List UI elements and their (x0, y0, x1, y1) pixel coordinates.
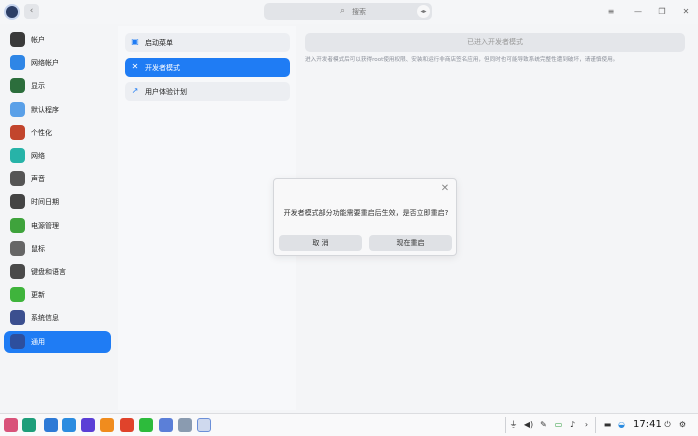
sidebar-item-personalization[interactable]: 个性化 (4, 122, 111, 144)
network-tray-icon[interactable]: ◒ (616, 418, 627, 432)
boot-menu-icon: ▣ (131, 37, 139, 46)
sidebar-item-system-info[interactable]: 系统信息 (4, 307, 111, 329)
sidebar-item-update[interactable]: 更新 (4, 284, 111, 306)
control-center-logo-icon (4, 4, 20, 20)
dialog-message: 开发者模式部分功能需要重启后生效，是否立即重启? (283, 209, 449, 217)
clock-icon (10, 194, 25, 210)
volume-icon[interactable]: ◀) (523, 418, 534, 432)
menu-item-label: 用户体验计划 (145, 88, 187, 96)
menu-item-label: 启动菜单 (145, 39, 173, 47)
sidebar-item-account[interactable]: 帐户 (4, 29, 111, 51)
menu-item-label: 开发者模式 (145, 63, 180, 72)
store-icon[interactable] (62, 418, 76, 432)
sidebar-item-label: 默认程序 (31, 105, 59, 114)
usb-icon[interactable]: ⏚ (508, 418, 519, 432)
maximize-button[interactable]: ❐ (655, 5, 669, 19)
control-center-icon[interactable] (197, 418, 211, 432)
input-method-icon[interactable]: ▬ (602, 418, 613, 432)
battery-icon (10, 217, 25, 233)
developer-mode-status-button[interactable]: 已进入开发者模式 (305, 33, 685, 52)
personalization-icon (10, 124, 25, 140)
file-manager-icon[interactable] (44, 418, 58, 432)
sidebar-item-label: 鼠标 (31, 244, 45, 253)
sidebar: 帐户网络帐户显示默认程序个性化网络声音时间日期电源管理鼠标键盘和语言更新系统信息… (0, 26, 116, 410)
menu-item-developer-mode[interactable]: ✕ 开发者模式 (125, 57, 290, 77)
sidebar-item-label: 时间日期 (31, 198, 59, 207)
pen-icon[interactable]: ✎ (538, 418, 549, 432)
sidebar-item-label: 键盘和语言 (31, 268, 66, 276)
sidebar-item-label: 个性化 (31, 128, 52, 137)
search-placeholder: 搜索 (352, 8, 366, 16)
sidebar-item-battery[interactable]: 电源管理 (4, 215, 111, 237)
mouse-icon (10, 240, 25, 256)
keyboard-icon (10, 264, 25, 279)
update-icon (10, 287, 25, 303)
browser-icon[interactable] (81, 418, 95, 432)
user-experience-program-icon: ↗ (131, 86, 139, 95)
menu-item-user-experience-program[interactable]: ↗ 用户体验计划 (125, 82, 290, 101)
notification-icon[interactable]: ♪ (567, 418, 578, 432)
back-button[interactable]: ‹ (24, 4, 39, 19)
sidebar-item-cloud[interactable]: 网络帐户 (4, 52, 111, 74)
title-bar: ‹ ⌕ 搜索 ◂▸ ≡ — ❐ ✕ (0, 0, 698, 24)
tray-expand-icon[interactable]: › (581, 418, 592, 432)
sidebar-item-label: 帐户 (31, 36, 45, 44)
sidebar-item-clock[interactable]: 时间日期 (4, 191, 111, 213)
system-info-icon (10, 310, 25, 326)
voice-input-icon[interactable]: ◂▸ (417, 5, 430, 18)
default-apps-icon (10, 101, 25, 117)
terminal-icon[interactable] (22, 418, 36, 432)
sidebar-item-label: 通用 (31, 337, 45, 346)
restart-dialog: ✕ 开发者模式部分功能需要重启后生效，是否立即重启? 取 消 现在重启 (273, 178, 457, 256)
sidebar-item-label: 电源管理 (31, 221, 59, 230)
menu-item-boot-menu[interactable]: ▣ 启动菜单 (125, 33, 290, 52)
sound-icon (10, 171, 25, 187)
sidebar-item-label: 网络 (31, 152, 45, 160)
battery-icon[interactable]: ▭ (553, 418, 564, 432)
menu-button[interactable]: ≡ (604, 5, 618, 19)
launcher-icon[interactable] (4, 418, 18, 432)
account-icon (10, 32, 25, 47)
settings-icon[interactable]: ⚙ (677, 418, 688, 432)
taskbar: ⏚ ◀) ✎ ▭ ♪ › ▬ ◒ 17:41 ⏻ ⚙ (0, 413, 698, 436)
power-icon[interactable]: ⏻ (662, 418, 673, 432)
sidebar-item-mouse[interactable]: 鼠标 (4, 238, 111, 260)
clock[interactable]: 17:41 (633, 419, 662, 430)
sidebar-item-label: 网络帐户 (31, 59, 59, 68)
sidebar-item-keyboard[interactable]: 键盘和语言 (4, 261, 111, 283)
wechat-icon[interactable] (139, 418, 153, 432)
sidebar-item-label: 声音 (31, 175, 45, 184)
document-viewer-icon[interactable] (159, 418, 173, 432)
minimize-button[interactable]: — (631, 5, 645, 19)
close-button[interactable]: ✕ (679, 5, 693, 19)
developer-mode-description: 进入开发者模式后可以获得root使用权限、安装和运行非商店签名应用，但同时也可能… (305, 57, 619, 63)
cloud-icon (10, 55, 25, 71)
app-store-icon[interactable] (100, 418, 114, 432)
network-icon (10, 148, 25, 163)
sidebar-item-sound[interactable]: 声音 (4, 168, 111, 190)
sidebar-item-network[interactable]: 网络 (4, 145, 111, 167)
general-settings-menu: ▣ 启动菜单 ✕ 开发者模式 ↗ 用户体验计划 (118, 26, 296, 410)
general-icon (10, 333, 25, 349)
sidebar-item-label: 更新 (31, 291, 45, 300)
display-icon (10, 78, 25, 94)
taskbar-divider (595, 417, 596, 433)
sidebar-item-default-apps[interactable]: 默认程序 (4, 99, 111, 121)
search-icon: ⌕ (340, 6, 346, 16)
sidebar-item-label: 系统信息 (31, 314, 59, 323)
sidebar-item-label: 显示 (31, 82, 45, 91)
restart-now-button[interactable]: 现在重启 (369, 235, 452, 251)
developer-mode-icon: ✕ (131, 61, 139, 71)
music-icon[interactable] (120, 418, 134, 432)
search-input[interactable]: ⌕ 搜索 ◂▸ (264, 3, 432, 20)
taskbar-divider (505, 417, 506, 433)
dialog-close-icon[interactable]: ✕ (440, 184, 450, 194)
cancel-button[interactable]: 取 消 (279, 235, 362, 251)
sidebar-item-general[interactable]: 通用 (4, 330, 111, 353)
sidebar-item-display[interactable]: 显示 (4, 75, 111, 97)
text-editor-icon[interactable] (178, 418, 192, 432)
